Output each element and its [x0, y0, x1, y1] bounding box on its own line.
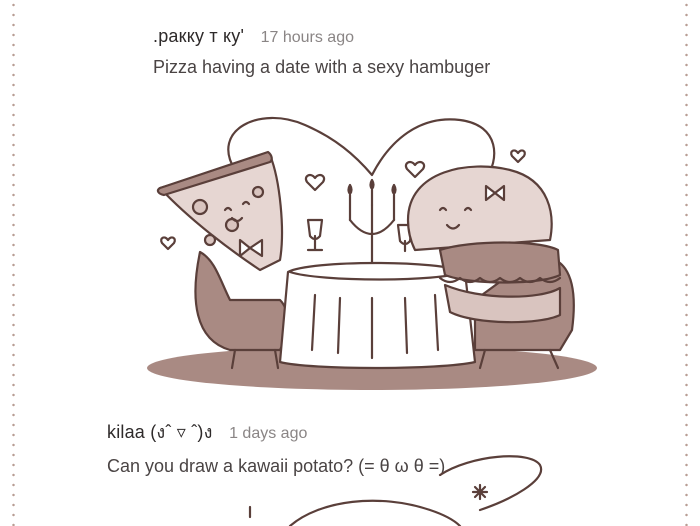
- small-heart: [160, 236, 176, 251]
- candelabra: [347, 178, 397, 270]
- pizza-hamburger-date-drawing: [147, 116, 597, 390]
- username[interactable]: .ракку т ку': [153, 26, 244, 46]
- swirl-line: [438, 455, 543, 512]
- small-heart: [510, 149, 526, 164]
- potato-drawing-partial: [248, 455, 543, 526]
- comment-text: Pizza having a date with a sexy hambuger: [153, 57, 491, 77]
- username[interactable]: kilaa (งˆ ▿ ˆ)ง: [107, 422, 213, 442]
- burger-top-bun: [406, 165, 553, 252]
- timestamp: 1 days ago: [229, 425, 308, 442]
- left-dotted-border: [12, 0, 15, 526]
- potato-outline: [288, 499, 462, 526]
- wine-glass-left: [306, 218, 324, 252]
- pizza-chair: [194, 250, 289, 352]
- comment-1: .ракку т ку' 17 hours ago Pizza having a…: [153, 26, 490, 78]
- burger-patty: [438, 241, 562, 284]
- comment-header: .ракку т ку' 17 hours ago: [153, 26, 490, 47]
- right-dotted-border: [685, 0, 688, 526]
- small-heart: [404, 160, 426, 179]
- timestamp: 17 hours ago: [260, 29, 354, 46]
- small-heart: [304, 173, 326, 192]
- sparkle-icon: [471, 483, 489, 501]
- comment-header: kilaa (งˆ ▿ ˆ)ง 1 days ago: [107, 417, 445, 446]
